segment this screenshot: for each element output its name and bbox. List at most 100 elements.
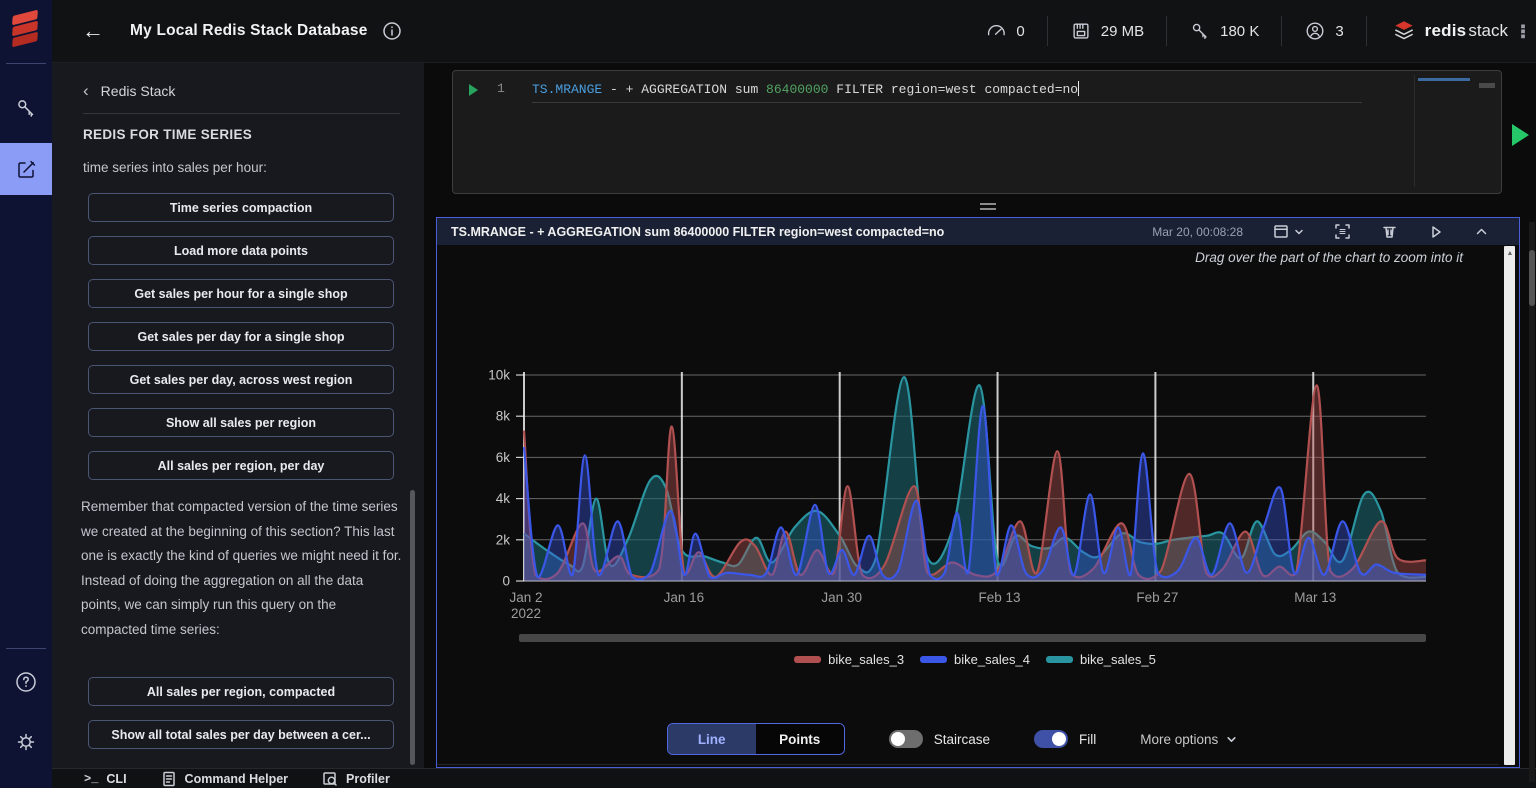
svg-text:Feb 13: Feb 13	[979, 590, 1021, 605]
brand-redis: redis	[1425, 21, 1467, 40]
sidebar-item-help[interactable]	[0, 656, 52, 708]
svg-text:2k: 2k	[496, 532, 511, 547]
panel-query-button[interactable]: All sales per region, per day	[88, 451, 394, 480]
section-intro: time series into sales per hour:	[83, 160, 267, 175]
command-helper-label: Command Helper	[185, 772, 289, 786]
document-icon	[161, 771, 177, 787]
legend-item[interactable]: bike_sales_3	[794, 652, 904, 667]
breadcrumb[interactable]: ‹Redis Stack	[83, 81, 175, 101]
profiler-button[interactable]: Profiler	[322, 771, 390, 787]
stat-keys-value: 180 K	[1220, 23, 1259, 40]
svg-text:0: 0	[502, 574, 510, 589]
staircase-toggle[interactable]	[889, 730, 923, 748]
top-header: ← My Local Redis Stack Database 0 29 MB …	[52, 0, 1536, 63]
info-icon[interactable]	[382, 21, 402, 41]
gauge-icon	[985, 20, 1007, 42]
svg-text:Jan 30: Jan 30	[821, 590, 862, 605]
scroll-up-arrow-icon: ▲	[1507, 250, 1514, 257]
minimap-code-mark	[1418, 78, 1470, 81]
code-token: - + AGGREGATION sum	[602, 82, 766, 97]
memory-icon	[1070, 20, 1092, 42]
sidebar-item-browser[interactable]	[0, 82, 52, 134]
run-query-button[interactable]	[1512, 124, 1529, 146]
panel-query-button[interactable]: Time series compaction	[88, 193, 394, 222]
app-root: ← My Local Redis Stack Database 0 29 MB …	[0, 0, 1536, 788]
redis-logo[interactable]	[0, 0, 52, 62]
result-card: TS.MRANGE - + AGGREGATION sum 86400000 F…	[436, 217, 1520, 768]
editor-splitter-handle[interactable]	[975, 203, 1001, 213]
page-scrollbar[interactable]	[1529, 222, 1535, 782]
legend-item[interactable]: bike_sales_4	[920, 652, 1030, 667]
panel-query-button[interactable]: Show all sales per region	[88, 408, 394, 437]
panel-query-button[interactable]: Show all total sales per day between a c…	[88, 720, 394, 749]
stat-memory: 29 MB	[1048, 20, 1166, 42]
legend-swatch	[1046, 656, 1073, 663]
panel-query-button[interactable]: Load more data points	[88, 236, 394, 265]
section-paragraph: Remember that compacted version of the t…	[81, 495, 403, 643]
more-options-button[interactable]: More options	[1140, 732, 1237, 747]
sidebar	[0, 0, 52, 788]
kebab-menu-icon[interactable]: ▪▪▪	[1518, 24, 1528, 39]
panel-scrollbar[interactable]	[410, 490, 415, 765]
sidebar-divider-bottom	[6, 648, 46, 649]
points-tab[interactable]: Points	[756, 724, 844, 754]
section-heading: REDIS FOR TIME SERIES	[83, 127, 252, 142]
editor-line-1: 1 TS.MRANGE - + AGGREGATION sum 86400000…	[453, 79, 1501, 101]
stat-commands: 0	[963, 20, 1046, 42]
panel-divider	[83, 113, 400, 114]
svg-text:2022: 2022	[511, 606, 541, 621]
legend-label: bike_sales_4	[954, 652, 1030, 667]
key-icon	[1189, 20, 1211, 42]
code-token: TS.MRANGE	[532, 82, 602, 97]
profiler-label: Profiler	[346, 772, 390, 786]
legend-swatch	[794, 656, 821, 663]
edit-square-icon	[14, 157, 38, 181]
tutorial-panel: ‹Redis Stack REDIS FOR TIME SERIES time …	[52, 63, 424, 768]
staircase-toggle-row[interactable]: Staircase	[889, 730, 990, 748]
cli-button[interactable]: >_ CLI	[84, 772, 127, 786]
profiler-icon	[322, 771, 338, 787]
minimap-slider[interactable]	[1479, 83, 1495, 88]
legend-item[interactable]: bike_sales_5	[1046, 652, 1156, 667]
legend-swatch	[920, 656, 947, 663]
panel-query-button[interactable]: Get sales per day, across west region	[88, 365, 394, 394]
svg-text:6k: 6k	[496, 450, 511, 465]
chart-horizontal-scrollbar[interactable]	[519, 634, 1426, 642]
stat-commands-value: 0	[1016, 23, 1024, 40]
query-button-list-2: All sales per region, compacted Show all …	[88, 677, 394, 749]
panel-query-button[interactable]: Get sales per hour for a single shop	[88, 279, 394, 308]
fill-label: Fill	[1079, 732, 1096, 747]
code-token: FILTER region=west compacted=no	[828, 82, 1078, 97]
stat-memory-value: 29 MB	[1101, 23, 1144, 40]
terminal-icon: >_	[84, 772, 98, 786]
time-series-chart[interactable]: 02k4k6k8k10kJan 22022Jan 16Jan 30Feb 13F…	[437, 218, 1497, 769]
svg-text:Jan 16: Jan 16	[664, 590, 705, 605]
redis-logo-icon	[9, 11, 43, 51]
back-button[interactable]: ←	[82, 18, 104, 44]
panel-query-button[interactable]: Get sales per day for a single shop	[88, 322, 394, 351]
run-line-icon[interactable]	[469, 84, 478, 96]
fill-toggle[interactable]	[1034, 730, 1068, 748]
query-button-list: Time series compaction Load more data poi…	[88, 193, 394, 480]
stat-clients-value: 3	[1335, 23, 1343, 40]
svg-text:Feb 27: Feb 27	[1136, 590, 1178, 605]
query-editor[interactable]: 1 TS.MRANGE - + AGGREGATION sum 86400000…	[452, 70, 1502, 194]
panel-query-button[interactable]: All sales per region, compacted	[88, 677, 394, 706]
line-tab[interactable]: Line	[668, 724, 756, 754]
redis-stack-brand: redisstack	[1367, 18, 1518, 44]
command-helper-button[interactable]: Command Helper	[161, 771, 289, 787]
code-line[interactable]: TS.MRANGE - + AGGREGATION sum 86400000 F…	[532, 81, 1079, 97]
svg-text:Mar 13: Mar 13	[1294, 590, 1336, 605]
bottom-toolbar: >_ CLI Command Helper Profiler	[52, 768, 1536, 788]
controls-divider	[437, 764, 1499, 765]
sidebar-item-settings[interactable]	[0, 716, 52, 768]
cli-label: CLI	[106, 772, 126, 786]
fill-toggle-row[interactable]: Fill	[1034, 730, 1096, 748]
chart-controls: Line Points Staircase Fill More options	[437, 723, 1467, 755]
result-scrollbar[interactable]: ▲	[1504, 246, 1515, 765]
editor-minimap[interactable]	[1414, 75, 1479, 187]
chevron-down-icon	[1226, 734, 1237, 745]
code-token: 86400000	[766, 82, 828, 97]
chart-type-segmented-control: Line Points	[667, 723, 845, 755]
sidebar-item-workbench[interactable]	[0, 143, 52, 195]
